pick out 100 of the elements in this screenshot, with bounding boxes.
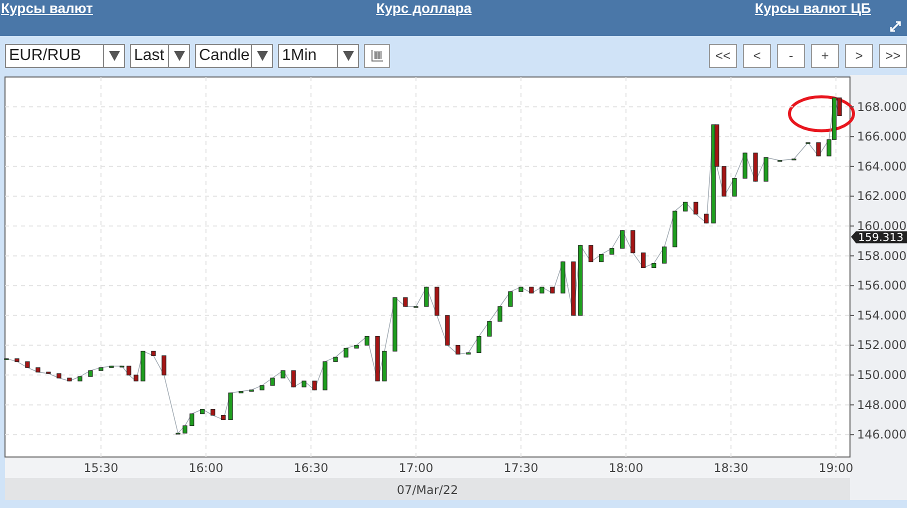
candle [641, 252, 646, 268]
date-label: 07/Mar/22 [396, 483, 458, 497]
candle [88, 370, 93, 377]
candle [588, 245, 594, 262]
candle [392, 297, 398, 352]
time-tick-label: 19:00 [818, 461, 854, 475]
candle [508, 291, 513, 307]
candle [722, 166, 726, 197]
price-tick-label: 160.000 [857, 219, 907, 234]
candle [683, 202, 688, 212]
candle [270, 378, 275, 386]
candle [560, 261, 566, 294]
dropdown-select[interactable]: Last [130, 44, 190, 68]
chart-nav-button[interactable]: >> [879, 44, 907, 68]
candle [652, 262, 656, 268]
candle [190, 413, 194, 426]
candle [322, 361, 328, 390]
candle [344, 348, 348, 358]
candle [382, 350, 387, 382]
candle [630, 230, 636, 254]
candle [610, 248, 614, 255]
candle [36, 367, 40, 372]
candle [260, 385, 264, 390]
candle [816, 142, 821, 156]
candle [704, 214, 709, 224]
candle [25, 361, 30, 368]
chart-nav-button[interactable]: > [845, 44, 873, 68]
caret-icon [256, 50, 268, 60]
price-tick-label: 152.000 [857, 338, 907, 352]
time-tick-label: 16:30 [294, 461, 328, 475]
price-tick-label: 154.000 [857, 308, 907, 322]
chart-nav-button[interactable]: << [709, 44, 737, 68]
candle [599, 254, 604, 262]
price-tick-label: 146.000 [857, 428, 907, 442]
candle [238, 391, 244, 394]
candle [550, 286, 555, 294]
price-tick-label: 164.000 [857, 159, 907, 174]
caret-icon [342, 50, 354, 60]
nav-link[interactable]: Курс доллара [376, 0, 472, 16]
candle [375, 336, 380, 382]
candle [134, 374, 138, 382]
candle [302, 380, 306, 388]
candle [764, 157, 768, 182]
candle [200, 409, 205, 414]
chart-nav-button[interactable]: < [743, 44, 771, 68]
candle [571, 261, 576, 316]
table-view-button[interactable] [364, 44, 390, 68]
candle [466, 352, 471, 354]
candle [126, 366, 132, 376]
candle [221, 414, 226, 420]
chart-nav-button[interactable]: - [777, 44, 805, 68]
candle [98, 367, 104, 371]
candle [312, 380, 317, 390]
dropdown-select[interactable]: 1Min [278, 44, 359, 68]
nav-link[interactable]: Курсы валют ЦБ [754, 0, 871, 16]
candle [540, 286, 544, 294]
candle [151, 350, 156, 356]
price-tick-label: 156.000 [857, 278, 907, 293]
candle [140, 350, 146, 382]
candle [56, 373, 62, 378]
time-tick-label: 18:30 [714, 461, 748, 475]
candle [162, 355, 166, 376]
candle [364, 336, 370, 346]
caret-icon [174, 50, 184, 60]
candle [182, 425, 188, 434]
candle [333, 356, 338, 362]
time-tick-label: 18:00 [608, 461, 644, 475]
candle [662, 246, 667, 264]
dropdown-select[interactable]: EUR/RUB [5, 44, 125, 68]
price-tick-label: 148.000 [857, 398, 907, 412]
candle [434, 286, 440, 316]
candle [487, 321, 492, 337]
time-tick-label: 15:30 [84, 461, 118, 475]
candle [498, 306, 502, 322]
candle [620, 230, 625, 249]
candle [476, 336, 482, 353]
candle [518, 286, 524, 292]
dropdown-select[interactable]: Candle [195, 44, 273, 68]
candle [578, 245, 583, 316]
candle [742, 152, 748, 179]
candle [456, 344, 460, 354]
candle [354, 344, 359, 349]
time-tick-label: 17:00 [398, 461, 434, 475]
candle [732, 178, 737, 197]
chart-nav-button[interactable]: + [811, 44, 839, 68]
caret-icon [108, 50, 120, 60]
candle [78, 376, 82, 382]
price-tick-label: 166.000 [857, 130, 907, 144]
candle [753, 152, 758, 182]
price-tick-label: 150.000 [857, 368, 907, 382]
candle [109, 366, 114, 368]
nav-link[interactable]: Курсы валют [0, 0, 93, 16]
expand-icon[interactable] [890, 21, 901, 32]
table-icon [370, 49, 384, 62]
candle [249, 390, 254, 392]
price-tick-label: 162.000 [857, 189, 907, 204]
candle [403, 297, 408, 307]
candle [424, 286, 429, 307]
candle [694, 202, 698, 214]
candle [67, 378, 72, 382]
